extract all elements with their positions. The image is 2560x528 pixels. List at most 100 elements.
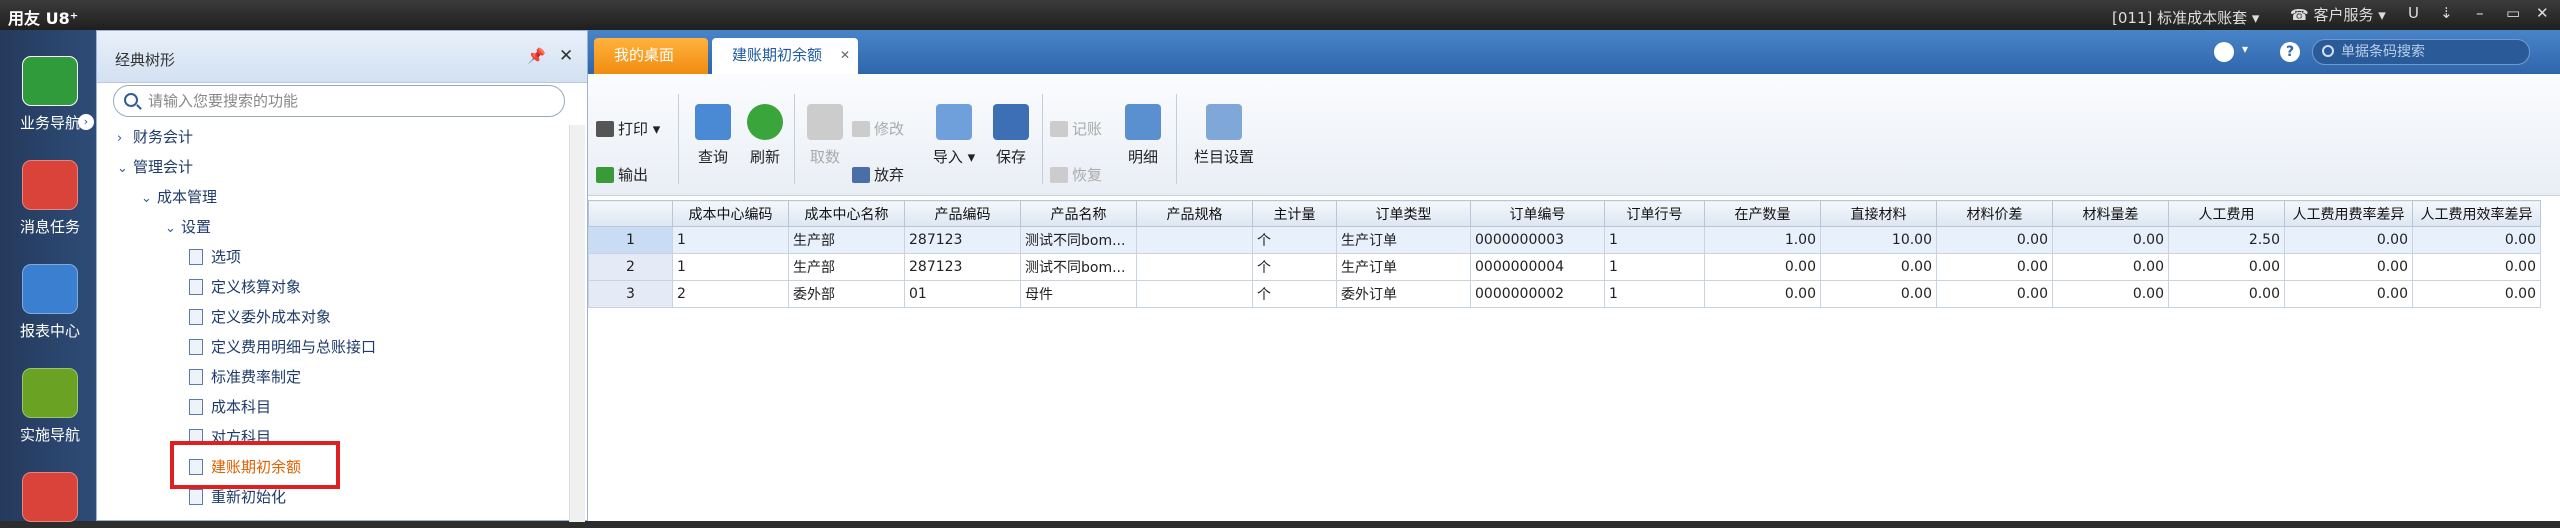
column-header[interactable]: 产品名称 xyxy=(1020,200,1137,227)
table-cell[interactable]: 0.00 xyxy=(2168,280,2285,308)
table-cell[interactable]: 0.00 xyxy=(1704,253,1821,281)
table-cell[interactable]: 287123 xyxy=(904,226,1021,254)
collapse-nav-icon[interactable]: › xyxy=(78,114,94,130)
print-button[interactable]: 打印 ▾ xyxy=(596,118,660,139)
nav-report[interactable]: 报表中心 xyxy=(8,264,92,341)
tree-scrollbar[interactable] xyxy=(569,125,585,522)
import-button[interactable]: 导入 ▾ xyxy=(924,104,984,167)
post-button[interactable]: 记账 xyxy=(1050,118,1102,139)
table-cell[interactable]: 个 xyxy=(1252,226,1337,254)
modify-button[interactable]: 修改 xyxy=(852,118,904,139)
table-cell[interactable]: 生产订单 xyxy=(1336,253,1471,281)
tree-leaf-options[interactable]: 选项 xyxy=(189,245,241,269)
table-cell[interactable]: 委外部 xyxy=(788,280,905,308)
detail-button[interactable]: 明细 xyxy=(1118,104,1168,167)
save-button[interactable]: 保存 xyxy=(986,104,1036,167)
tree-node-finance[interactable]: › 财务会计 xyxy=(117,125,193,149)
column-header[interactable]: 人工费用 xyxy=(2168,200,2285,227)
table-cell[interactable]: 0000000003 xyxy=(1470,226,1605,254)
table-cell[interactable]: 0.00 xyxy=(2284,226,2413,254)
column-header[interactable]: 订单类型 xyxy=(1336,200,1471,227)
table-cell[interactable]: 0.00 xyxy=(2284,253,2413,281)
table-cell[interactable]: 0.00 xyxy=(2412,253,2541,281)
table-cell[interactable]: 测试不同bom... xyxy=(1020,253,1137,281)
column-header[interactable]: 人工费用费率差异 xyxy=(2284,200,2413,227)
help-icon[interactable]: ? xyxy=(2280,42,2300,62)
table-cell[interactable]: 01 xyxy=(904,280,1021,308)
close-window-button[interactable]: ✕ xyxy=(2536,4,2549,22)
table-row[interactable]: 2 1 生产部 287123 测试不同bom... 个生产订单 0000000004 1 0.0… xyxy=(588,253,2541,281)
table-cell[interactable]: 0.00 xyxy=(2052,280,2169,308)
table-cell[interactable]: 生产部 xyxy=(788,226,905,254)
tree-node-management[interactable]: ⌄ 管理会计 xyxy=(117,155,193,179)
column-header[interactable]: 成本中心名称 xyxy=(788,200,905,227)
barcode-search-input[interactable] xyxy=(2341,43,2521,61)
column-header[interactable] xyxy=(588,200,673,227)
table-cell[interactable] xyxy=(1136,253,1253,281)
chevron-down-icon[interactable]: ▾ xyxy=(2242,42,2248,56)
table-cell[interactable]: 0.00 xyxy=(1704,280,1821,308)
tree-leaf-cost-account[interactable]: 成本科目 xyxy=(189,395,271,419)
fetch-button[interactable]: 取数 xyxy=(800,104,850,167)
table-cell[interactable]: 生产部 xyxy=(788,253,905,281)
table-cell[interactable]: 0.00 xyxy=(2168,253,2285,281)
table-cell[interactable]: 10.00 xyxy=(1820,226,1937,254)
table-cell[interactable]: 个 xyxy=(1252,253,1337,281)
nav-implement[interactable]: 实施导航 xyxy=(8,368,92,445)
tree-node-cost[interactable]: ⌄ 成本管理 xyxy=(141,185,217,209)
table-cell[interactable]: 0.00 xyxy=(1936,280,2053,308)
nav-message[interactable]: 消息任务 xyxy=(8,160,92,237)
table-row[interactable]: 3 2 委外部 01 母件个委外订单 0000000002 1 0.00 0.00 0.00 0.0… xyxy=(588,280,2541,308)
tree-node-settings[interactable]: ⌄ 设置 xyxy=(165,215,211,239)
table-cell[interactable]: 1 xyxy=(1604,226,1705,254)
table-cell[interactable]: 1 xyxy=(1604,253,1705,281)
tree-leaf-expense-interface[interactable]: 定义费用明细与总账接口 xyxy=(189,335,376,359)
tab-opening-balance[interactable]: 建账期初余额 xyxy=(712,38,858,74)
column-header[interactable]: 在产数量 xyxy=(1704,200,1821,227)
close-tab-icon[interactable]: ✕ xyxy=(840,48,850,62)
table-cell[interactable]: 0.00 xyxy=(1820,280,1937,308)
maximize-button[interactable]: ▭ xyxy=(2506,4,2520,22)
table-cell[interactable]: 0.00 xyxy=(1936,253,2053,281)
table-cell[interactable] xyxy=(1136,280,1253,308)
pin-icon[interactable]: 📌 xyxy=(527,47,546,65)
column-header[interactable]: 订单编号 xyxy=(1470,200,1605,227)
table-cell[interactable]: 0000000002 xyxy=(1470,280,1605,308)
nav-more[interactable] xyxy=(8,472,92,528)
close-tree-icon[interactable]: ✕ xyxy=(559,46,573,66)
customer-service-button[interactable]: ☎ 客户服务 ▾ xyxy=(2290,4,2386,25)
table-cell[interactable]: 1 xyxy=(1604,280,1705,308)
table-cell[interactable]: 1 xyxy=(672,226,789,254)
column-header[interactable]: 材料价差 xyxy=(1936,200,2053,227)
column-header[interactable]: 人工费用效率差异 xyxy=(2412,200,2541,227)
function-search-input[interactable] xyxy=(148,91,548,111)
table-cell[interactable]: 0.00 xyxy=(2412,280,2541,308)
table-cell[interactable]: 0.00 xyxy=(2052,226,2169,254)
table-cell[interactable]: 母件 xyxy=(1020,280,1137,308)
table-cell[interactable]: 287123 xyxy=(904,253,1021,281)
table-cell[interactable]: 委外订单 xyxy=(1336,280,1471,308)
table-cell[interactable]: 0.00 xyxy=(2052,253,2169,281)
export-button[interactable]: 输出 xyxy=(596,164,648,185)
table-cell[interactable]: 生产订单 xyxy=(1336,226,1471,254)
query-button[interactable]: 查询 xyxy=(688,104,738,167)
column-header[interactable]: 材料量差 xyxy=(2052,200,2169,227)
table-cell[interactable]: 2.50 xyxy=(2168,226,2285,254)
table-cell[interactable]: 0000000004 xyxy=(1470,253,1605,281)
account-selector[interactable]: [011] 标准成本账套 ▾ xyxy=(2112,7,2259,28)
table-cell[interactable]: 个 xyxy=(1252,280,1337,308)
table-cell[interactable] xyxy=(1136,226,1253,254)
u-button[interactable]: U xyxy=(2408,4,2419,22)
download-button[interactable]: ⇣ xyxy=(2440,4,2453,22)
tab-desktop[interactable]: 我的桌面 xyxy=(594,38,708,74)
column-header[interactable]: 产品规格 xyxy=(1136,200,1253,227)
table-cell[interactable]: 0.00 xyxy=(1820,253,1937,281)
column-settings-button[interactable]: 栏目设置 xyxy=(1184,104,1264,167)
column-header[interactable]: 订单行号 xyxy=(1604,200,1705,227)
abandon-button[interactable]: 放弃 xyxy=(852,164,904,185)
tree-leaf-standard-rate[interactable]: 标准费率制定 xyxy=(189,365,301,389)
minimize-button[interactable]: – xyxy=(2476,4,2484,22)
tree-leaf-accounting-object[interactable]: 定义核算对象 xyxy=(189,275,301,299)
smile-icon[interactable] xyxy=(2214,42,2234,62)
column-header[interactable]: 直接材料 xyxy=(1820,200,1937,227)
